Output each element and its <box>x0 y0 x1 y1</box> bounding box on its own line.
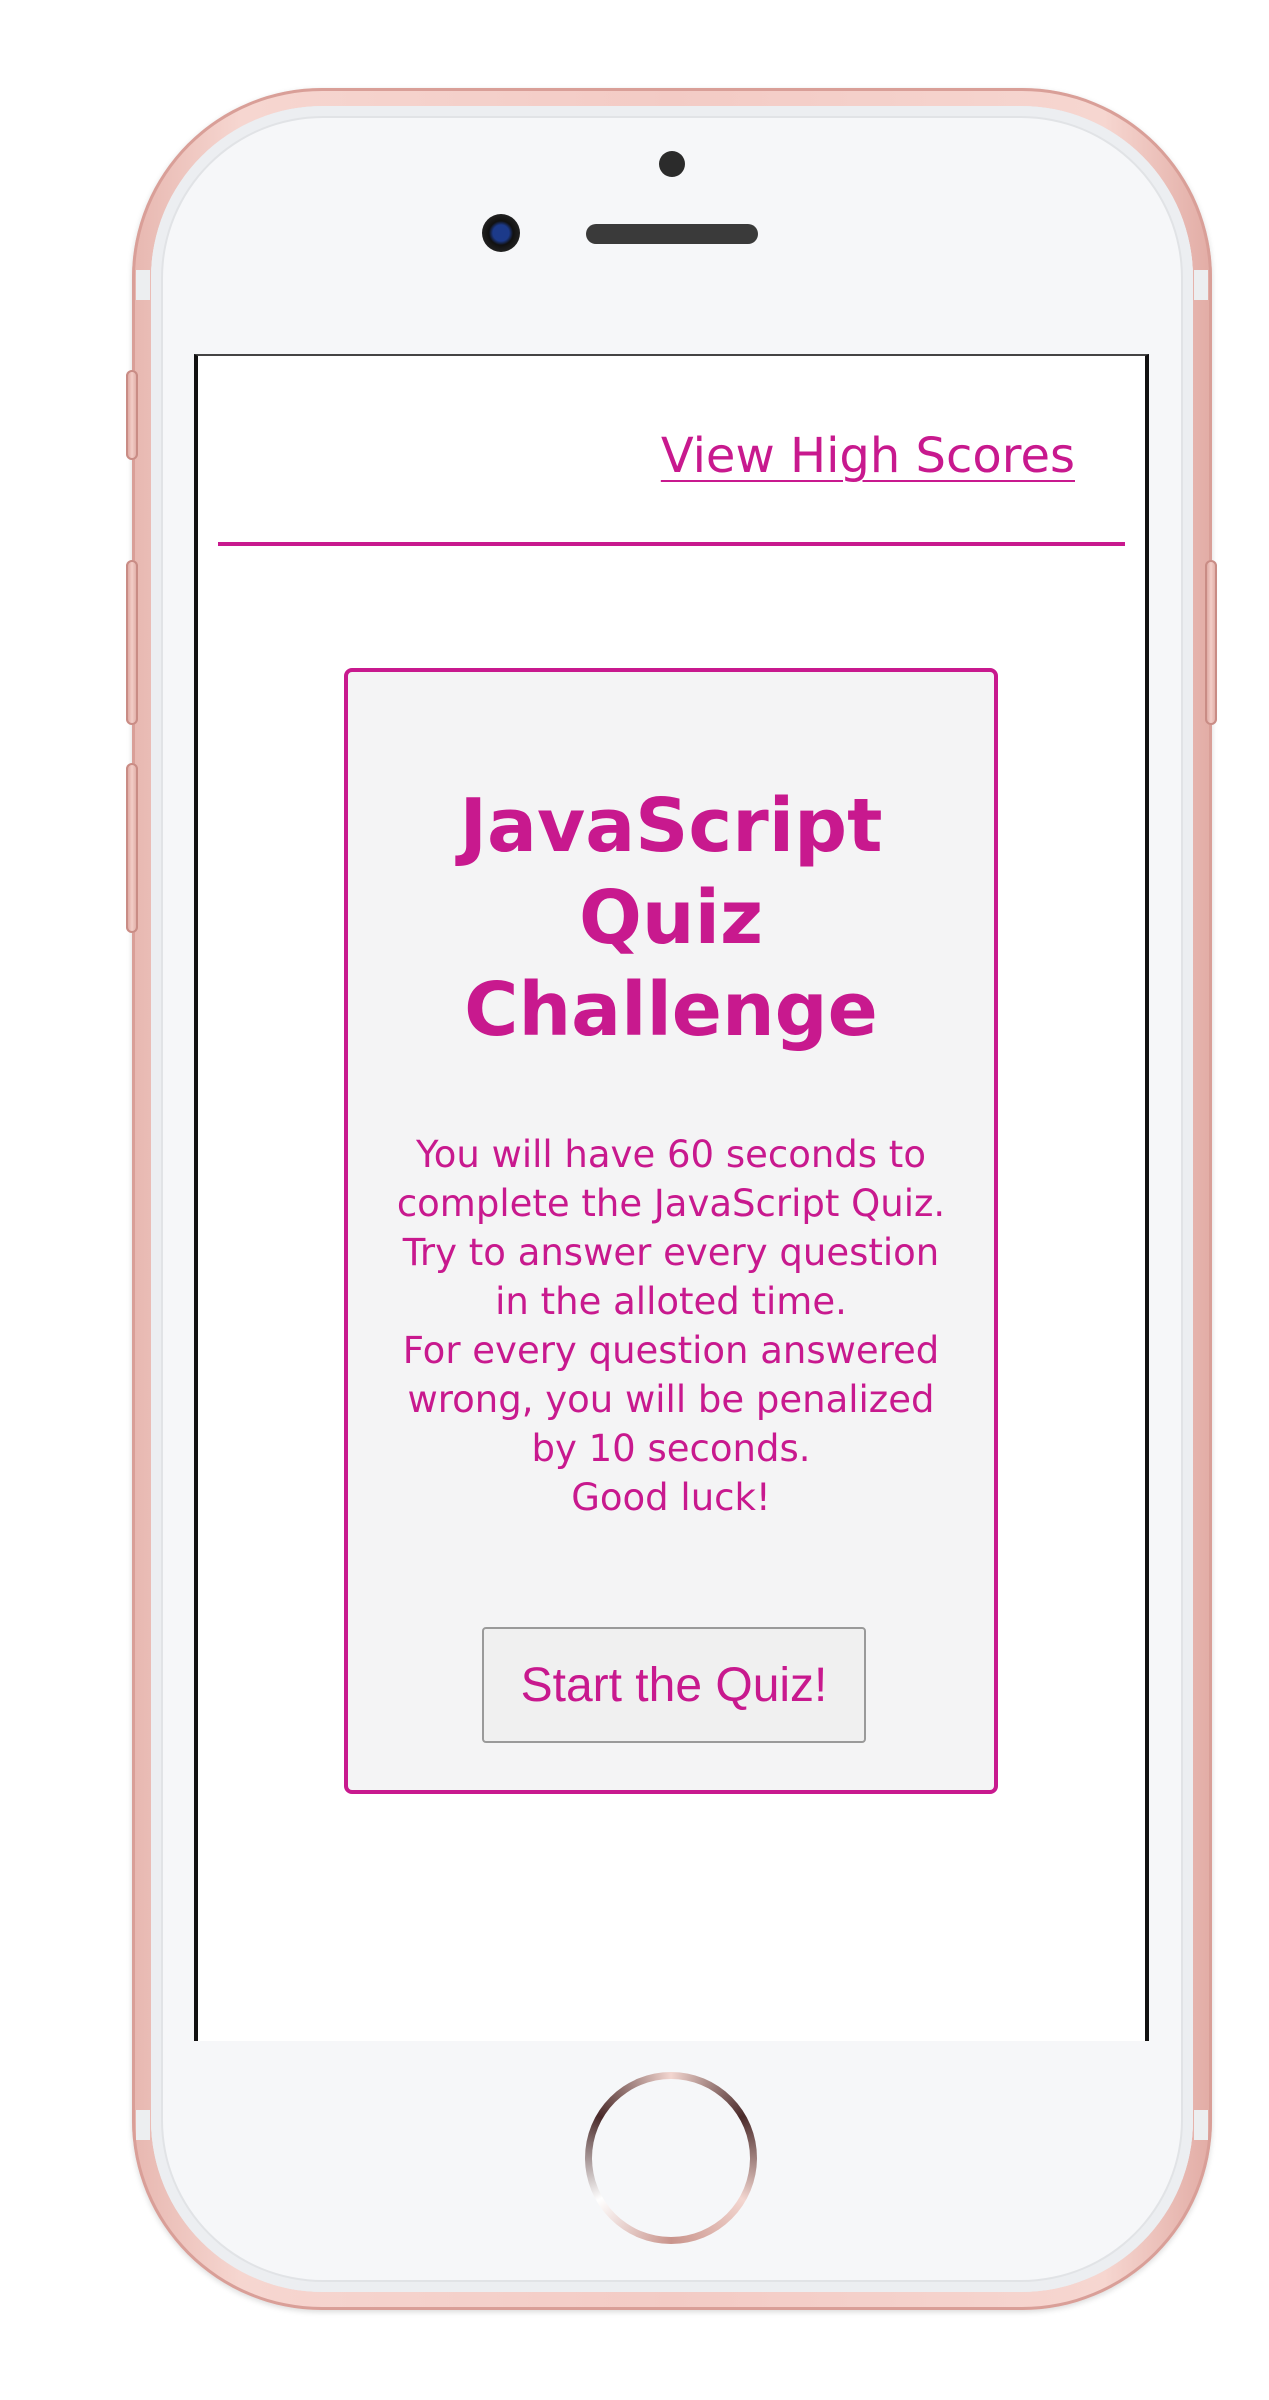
quiz-title: JavaScript Quiz Challenge <box>388 780 954 1056</box>
header: View High Scores <box>218 356 1125 546</box>
instruction-line: complete the JavaScript Quiz. <box>396 1182 946 1225</box>
view-high-scores-link[interactable]: View High Scores <box>661 428 1075 484</box>
quiz-instructions: You will have 60 seconds to complete the… <box>388 1130 954 1522</box>
earpiece-speaker <box>586 224 758 244</box>
volume-down-button <box>126 763 138 933</box>
instruction-line: by 10 seconds. <box>531 1427 811 1470</box>
power-button <box>1205 560 1217 725</box>
start-quiz-button[interactable]: Start the Quiz! <box>482 1627 866 1743</box>
antenna-band <box>136 2110 150 2140</box>
antenna-band <box>136 270 150 300</box>
home-button[interactable] <box>585 2072 757 2244</box>
mute-switch <box>126 370 138 460</box>
phone-screen: View High Scores JavaScript Quiz Challen… <box>194 354 1149 2041</box>
proximity-sensor <box>659 151 685 177</box>
instruction-line: Try to answer every question <box>402 1231 940 1274</box>
quiz-title-line: JavaScript <box>459 783 883 869</box>
instruction-line: wrong, you will be penalized <box>407 1378 935 1421</box>
instruction-line: For every question answered <box>402 1329 940 1372</box>
volume-up-button <box>126 560 138 725</box>
front-camera <box>482 214 520 252</box>
quiz-intro-card: JavaScript Quiz Challenge You will have … <box>344 668 998 1794</box>
instruction-line: in the alloted time. <box>495 1280 847 1323</box>
instruction-line: You will have 60 seconds to <box>416 1133 926 1176</box>
antenna-band <box>1194 2110 1208 2140</box>
quiz-title-line: Challenge <box>464 967 878 1053</box>
quiz-title-line: Quiz <box>578 875 764 961</box>
page: View High Scores JavaScript Quiz Challen… <box>0 0 1269 2400</box>
antenna-band <box>1194 270 1208 300</box>
instruction-line: Good luck! <box>571 1476 771 1519</box>
